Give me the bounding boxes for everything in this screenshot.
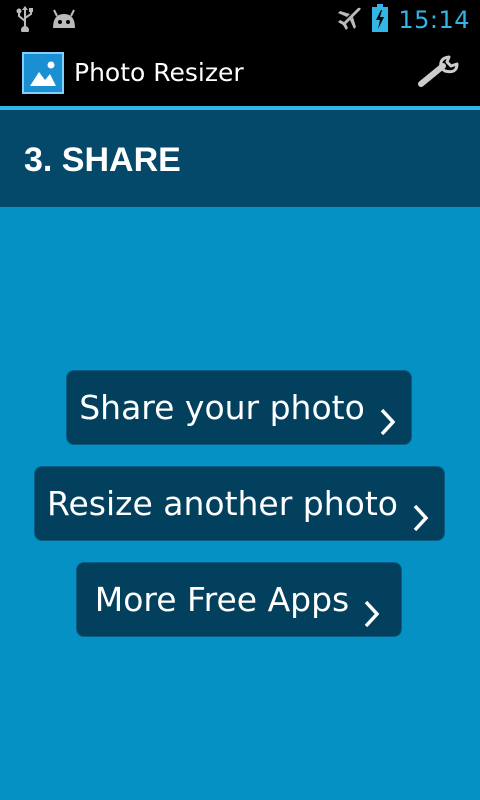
chevron-right-icon: [410, 487, 432, 531]
status-left: [16, 6, 78, 36]
more-free-apps-button[interactable]: More Free Apps: [76, 562, 402, 637]
app-title: Photo Resizer: [74, 58, 244, 87]
chevron-right-icon: [377, 391, 399, 435]
share-photo-label: Share your photo: [79, 387, 365, 427]
android-icon: [50, 8, 78, 34]
status-right: 15:14: [336, 4, 470, 36]
resize-another-photo-label: Resize another photo: [47, 483, 398, 523]
share-photo-button[interactable]: Share your photo: [66, 370, 412, 445]
action-bar: Photo Resizer: [0, 38, 480, 106]
resize-another-photo-button[interactable]: Resize another photo: [34, 466, 445, 541]
section-header: 3. SHARE: [0, 110, 480, 207]
image-icon[interactable]: [22, 52, 64, 94]
settings-button[interactable]: [416, 54, 462, 94]
section-title: 3. SHARE: [24, 141, 181, 179]
usb-icon: [16, 6, 34, 36]
wrench-icon: [417, 54, 461, 94]
chevron-right-icon: [361, 583, 383, 627]
battery-charging-icon: [372, 4, 389, 36]
airplane-mode-icon: [336, 5, 362, 35]
more-free-apps-label: More Free Apps: [94, 579, 350, 619]
status-bar: 15:14: [0, 0, 480, 38]
clock-time: 15:14: [398, 6, 470, 34]
